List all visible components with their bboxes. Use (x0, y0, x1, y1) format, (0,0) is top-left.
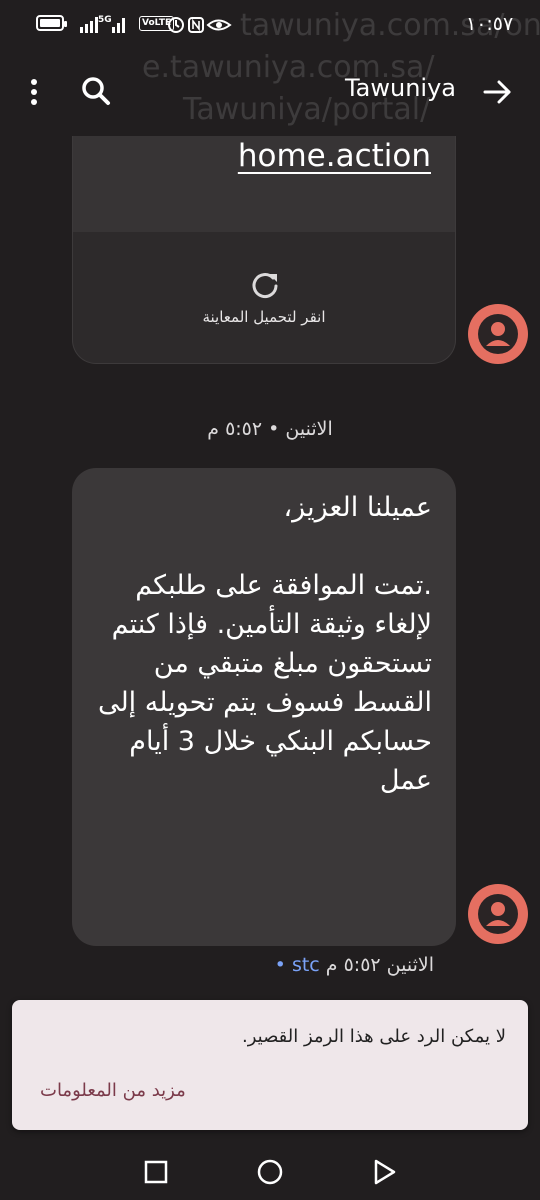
watermark-line-1: وللمتابعة: tawuniya.com.sa/onlin (240, 8, 540, 43)
status-notification-icons (168, 17, 232, 33)
conversation-title: Tawuniya (344, 74, 456, 102)
search-icon (82, 77, 110, 105)
message-text: عميلنا العزيز، .تمت الموافقة على طلبكم ل… (97, 492, 432, 796)
sim-label: stc (291, 954, 320, 976)
search-button[interactable] (76, 72, 116, 112)
more-info-button[interactable]: مزيد من المعلومات (40, 1080, 186, 1101)
person-icon (478, 894, 518, 934)
cannot-reply-snackbar: لا يمكن الرد على هذا الرمز القصير. مزيد … (12, 1000, 528, 1130)
arrow-icon (483, 80, 511, 104)
home-circle-icon (257, 1159, 283, 1185)
back-button[interactable] (478, 72, 518, 112)
recents-button[interactable] (142, 1158, 170, 1186)
message-status-line: الاثنين ٥:٥٢ م stc • (240, 954, 434, 976)
refresh-icon (252, 273, 278, 299)
link-preview-bubble[interactable]: home.action انقر لتحميل المعاينة (72, 136, 456, 364)
recents-square-icon (144, 1160, 168, 1184)
sender-avatar (468, 304, 528, 364)
sim-dot: • (274, 954, 286, 976)
more-options-button[interactable] (18, 72, 50, 112)
person-icon (478, 314, 518, 354)
message-bubble[interactable]: عميلنا العزيز، .تمت الموافقة على طلبكم ل… (72, 468, 456, 946)
network-type-label: 5G (98, 15, 112, 25)
message-link[interactable]: home.action (238, 138, 431, 174)
load-preview-button[interactable] (243, 264, 287, 308)
link-area: home.action (73, 136, 455, 232)
load-preview-label: انقر لتحميل المعاينة (202, 308, 326, 326)
battery-icon (36, 15, 67, 31)
sender-avatar (468, 884, 528, 944)
back-triangle-icon (374, 1159, 396, 1185)
snackbar-message: لا يمكن الرد على هذا الرمز القصير. (241, 1026, 506, 1047)
home-button[interactable] (256, 1158, 284, 1186)
nav-back-button[interactable] (370, 1158, 398, 1186)
message-time: الاثنين ٥:٥٢ م (325, 954, 434, 976)
message-timestamp: الاثنين • ٥:٥٢ م (207, 418, 333, 440)
